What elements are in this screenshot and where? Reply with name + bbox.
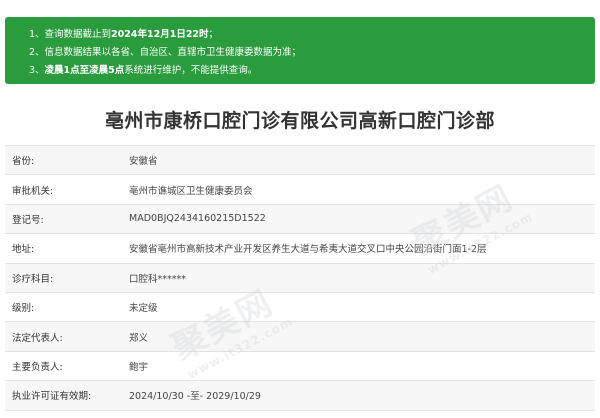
row-value: 2024/10/30 -至- 2029/10/29 [129,391,261,403]
table-row: 法定代表人: 郑义 [5,322,595,352]
row-value: 安徽省亳州市高新技术产业开发区养生大道与希夷大道交叉口中央公园沿街门面1-2层 [129,244,487,256]
table-row: 诊疗科目: 口腔科****** [5,263,595,293]
table-row: 执业许可证有效期: 2024/10/30 -至- 2029/10/29 [5,381,595,411]
table-row: 地址: 安徽省亳州市高新技术产业开发区养生大道与希夷大道交叉口中央公园沿街门面1-… [5,234,595,264]
row-value: MAD0BJQ2434160215D1522 [129,213,266,225]
row-value: 安徽省 [129,156,158,168]
row-label: 审批机关: [12,185,54,197]
row-value: 未定级 [129,303,158,315]
notice-line-3: 3、凌晨1点至凌晨5点系统进行维护，不能提供查询。 [29,65,258,76]
page-title: 亳州市康桥口腔门诊有限公司高新口腔门诊部 [104,110,495,132]
row-label: 地址: [12,244,35,256]
table-row: 主要负责人: 鲍宇 [5,352,595,382]
row-label: 省份: [12,156,35,168]
row-label: 诊疗科目: [12,273,54,285]
row-label: 法定代表人: [12,332,63,344]
table-row: 级别: 未定级 [5,293,595,323]
row-value: 鲍宇 [129,361,149,373]
notice-line-1: 1、查询数据截止到2024年12月1日22时； [29,29,219,40]
info-table: 省份: 安徽省 审批机关: 亳州市谯城区卫生健康委员会 登记号: MAD0BJQ243… [5,145,595,411]
row-value: 郑义 [129,332,149,344]
row-label: 级别: [12,303,35,315]
row-label: 执业许可证有效期: [12,391,92,403]
row-value: 亳州市谯城区卫生健康委员会 [129,185,253,197]
table-row: 登记号: MAD0BJQ2434160215D1522 [5,204,595,235]
row-value: 口腔科****** [129,273,187,285]
table-row: 省份: 安徽省 [5,146,595,176]
notice-line-2: 2、信息数据结果以各省、自治区、直辖市卫生健康委数据为准； [29,47,302,58]
notice-banner: 1、查询数据截止到2024年12月1日22时； 2、信息数据结果以各省、自治区、… [5,17,595,84]
row-label: 主要负责人: [12,361,63,373]
row-label: 登记号: [12,214,44,226]
table-row: 审批机关: 亳州市谯城区卫生健康委员会 [5,175,595,205]
